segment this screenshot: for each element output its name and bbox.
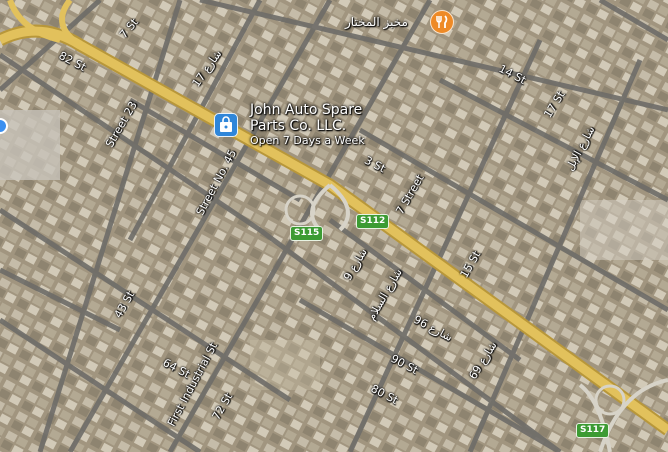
poi-bakery-name[interactable]: مخبز المختار: [345, 15, 408, 29]
fork-knife-glyph: [436, 15, 448, 28]
route-shield-s115: S115: [290, 226, 324, 241]
poi-shop-name-line2: Parts Co. LLC.: [250, 118, 347, 134]
route-shield-s117: S117: [576, 423, 610, 438]
fork-knife-icon[interactable]: [430, 10, 454, 34]
satellite-map-layer: [0, 0, 668, 452]
shopping-bag-glyph: [220, 116, 232, 132]
poi-shop-name[interactable]: John Auto Spare Parts Co. LLC. Open 7 Da…: [250, 102, 365, 148]
shopping-bag-icon[interactable]: [214, 113, 238, 137]
route-shield-s112: S112: [356, 214, 390, 229]
poi-shop-name-line1: John Auto Spare: [250, 102, 363, 118]
map-view[interactable]: John Auto Spare Parts Co. LLC. Open 7 Da…: [0, 0, 668, 452]
building-patch: [0, 110, 60, 180]
poi-shop-status: Open 7 Days a Week: [250, 134, 365, 147]
